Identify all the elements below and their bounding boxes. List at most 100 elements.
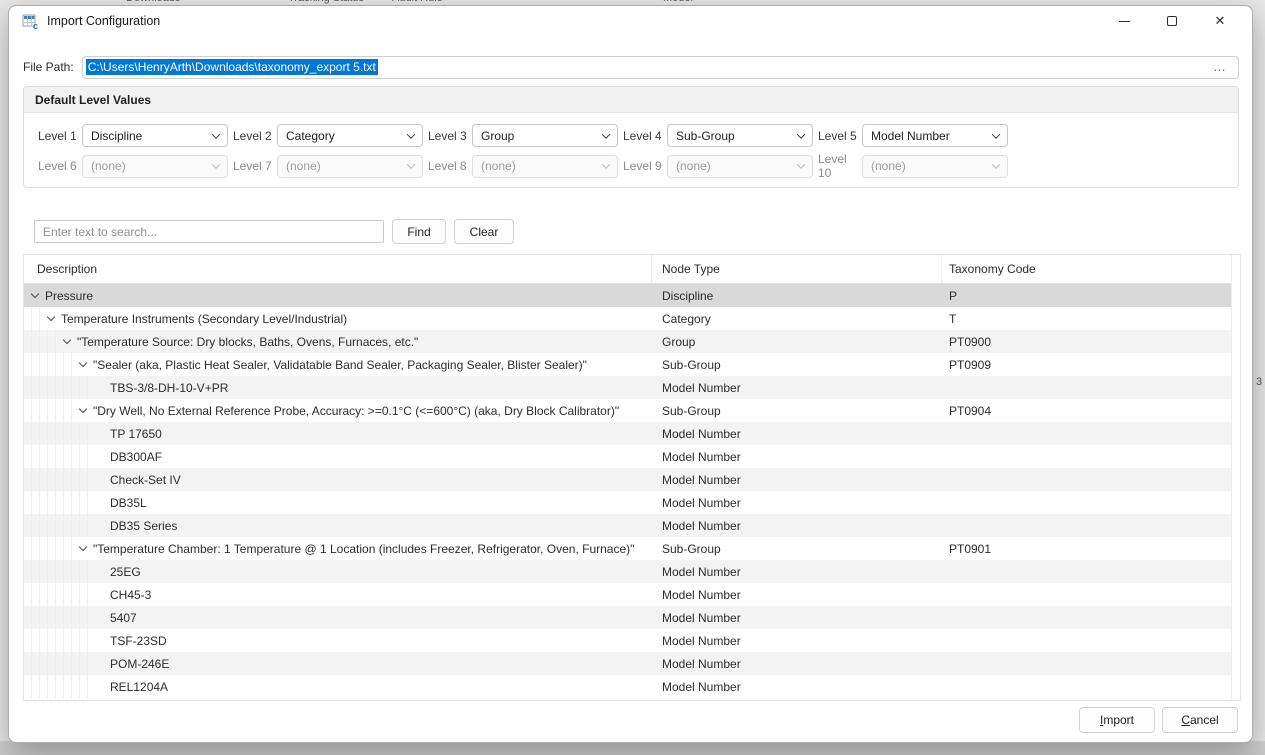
chevron-down-icon — [992, 130, 1000, 138]
chevron-down-icon — [407, 130, 415, 138]
description-text: "Temperature Chamber: 1 Temperature @ 1 … — [93, 542, 634, 556]
description-cell: DB35 Series — [24, 519, 652, 533]
table-row[interactable]: POM-246EModel Number — [24, 652, 1232, 675]
find-button[interactable]: Find — [392, 219, 446, 244]
table-row[interactable]: "Temperature Chamber: 1 Temperature @ 1 … — [24, 537, 1232, 560]
table-row[interactable]: "Temperature Source: Dry blocks, Baths, … — [24, 330, 1232, 353]
table-row[interactable]: TSF-23SDModel Number — [24, 629, 1232, 652]
column-header-description[interactable]: Description — [24, 255, 652, 283]
background-app-bottom-strip — [0, 741, 1265, 755]
taxonomy-code-cell: PT0900 — [942, 335, 1232, 349]
cancel-button[interactable]: Cancel — [1162, 707, 1238, 733]
description-text: "Dry Well, No External Reference Probe, … — [93, 404, 619, 418]
tree-indent-guides — [24, 376, 88, 399]
level-3-field: Level 3 Group — [428, 124, 623, 147]
table-row[interactable]: TP 17650Model Number — [24, 422, 1232, 445]
footer: Import Cancel — [1072, 707, 1238, 733]
chevron-down-icon — [797, 160, 805, 168]
table-row[interactable]: Check-Set IVModel Number — [24, 468, 1232, 491]
level-7-value: (none) — [286, 159, 408, 173]
level-9-value: (none) — [676, 159, 798, 173]
description-text: DB35 Series — [110, 519, 177, 533]
tree-indent-guides — [24, 560, 88, 583]
groupbox-title: Default Level Values — [35, 93, 151, 107]
level-1-select[interactable]: Discipline — [82, 124, 228, 147]
table-row[interactable]: DB35LModel Number — [24, 491, 1232, 514]
maximize-button[interactable] — [1148, 6, 1196, 36]
level-2-field: Level 2Category — [233, 124, 428, 147]
table-row[interactable]: 5407Model Number — [24, 606, 1232, 629]
level-1-field: Level 1Discipline — [38, 124, 233, 147]
level-9-field: Level 9(none) — [623, 152, 818, 180]
column-header-node-type[interactable]: Node Type — [652, 255, 942, 283]
tree-expand-icon[interactable] — [79, 359, 87, 367]
table-row[interactable]: Temperature Instruments (Secondary Level… — [24, 307, 1232, 330]
tree-indent-guides — [24, 583, 88, 606]
level-3-label: Level 3 — [428, 129, 472, 143]
maximize-icon — [1167, 16, 1177, 26]
titlebar[interactable]: c Import Configuration ✕ — [9, 6, 1252, 36]
level-9-select: (none) — [667, 155, 813, 178]
tree-expand-icon[interactable] — [31, 290, 39, 298]
tree-expand-icon[interactable] — [79, 543, 87, 551]
import-button[interactable]: Import — [1079, 707, 1155, 733]
tree-indent-guides — [24, 675, 88, 698]
tree-indent-guides — [24, 422, 88, 445]
level-5-select[interactable]: Model Number — [862, 124, 1008, 147]
level-4-select[interactable]: Sub-Group — [667, 124, 813, 147]
table-row[interactable]: REL1204AModel Number — [24, 675, 1232, 698]
tree-expand-icon[interactable] — [79, 405, 87, 413]
level-4-value: Sub-Group — [676, 129, 798, 143]
description-text: REL1204A — [110, 680, 168, 694]
table-row[interactable]: "Sealer (aka, Plastic Heat Sealer, Valid… — [24, 353, 1232, 376]
table-row[interactable]: TBS-3/8-DH-10-V+PRModel Number — [24, 376, 1232, 399]
groupbox-header: Default Level Values — [24, 87, 1238, 113]
description-text: Temperature Instruments (Secondary Level… — [61, 312, 347, 326]
table-row[interactable]: "Dry Well, No External Reference Probe, … — [24, 399, 1232, 422]
tree-indent-guides — [24, 468, 88, 491]
description-text: TBS-3/8-DH-10-V+PR — [110, 381, 228, 395]
window-controls: ✕ — [1100, 6, 1244, 36]
tree-indent-guides — [24, 514, 88, 537]
level-5-field: Level 5Model Number — [818, 124, 1013, 147]
table-row[interactable]: DB35 SeriesModel Number — [24, 514, 1232, 537]
level-3-value: Group — [481, 129, 603, 143]
browse-button[interactable]: … — [1209, 62, 1230, 72]
table-row[interactable]: PressureDisciplineP — [24, 284, 1232, 307]
minimize-button[interactable] — [1100, 6, 1148, 36]
level-2-select[interactable]: Category — [277, 124, 423, 147]
node-type-cell: Model Number — [652, 427, 942, 441]
description-text: "Temperature Source: Dry blocks, Baths, … — [77, 335, 418, 349]
level-7-field: Level 7(none) — [233, 152, 428, 180]
tree-indent-guides — [24, 652, 88, 675]
table-row[interactable]: CH45-3Model Number — [24, 583, 1232, 606]
taxonomy-code-cell: P — [942, 289, 1232, 303]
level-6-label: Level 6 — [38, 159, 82, 173]
file-path-value: C:\Users\HenryArth\Downloads\taxonomy_ex… — [86, 59, 378, 75]
description-cell: 5407 — [24, 611, 652, 625]
description-cell: CH45-3 — [24, 588, 652, 602]
level-8-label: Level 8 — [428, 159, 472, 173]
background-text-fragment: Model — [663, 0, 693, 4]
clear-button[interactable]: Clear — [454, 219, 514, 244]
tree-indent-guides — [24, 491, 88, 514]
tree-expand-icon[interactable] — [47, 313, 55, 321]
tree-expand-icon[interactable] — [63, 336, 71, 344]
description-cell: DB35L — [24, 496, 652, 510]
level-3-select[interactable]: Group — [472, 124, 618, 147]
level-8-field: Level 8(none) — [428, 152, 623, 180]
chevron-down-icon — [992, 160, 1000, 168]
close-button[interactable]: ✕ — [1196, 6, 1244, 36]
taxonomy-code-cell: T — [942, 312, 1232, 326]
file-path-input[interactable]: C:\Users\HenryArth\Downloads\taxonomy_ex… — [82, 56, 1239, 79]
level-grid: Level 1DisciplineLevel 2CategoryLevel 3 G… — [24, 113, 1238, 180]
column-header-taxonomy-code[interactable]: Taxonomy Code — [942, 255, 1232, 283]
node-type-cell: Model Number — [652, 588, 942, 602]
table-row[interactable]: DB300AFModel Number — [24, 445, 1232, 468]
description-cell: Temperature Instruments (Secondary Level… — [24, 312, 652, 326]
level-10-value: (none) — [871, 159, 993, 173]
background-text-fragment: Audit Rule — [392, 0, 443, 4]
close-icon: ✕ — [1215, 13, 1226, 29]
table-row[interactable]: 25EGModel Number — [24, 560, 1232, 583]
search-input[interactable] — [34, 220, 384, 243]
